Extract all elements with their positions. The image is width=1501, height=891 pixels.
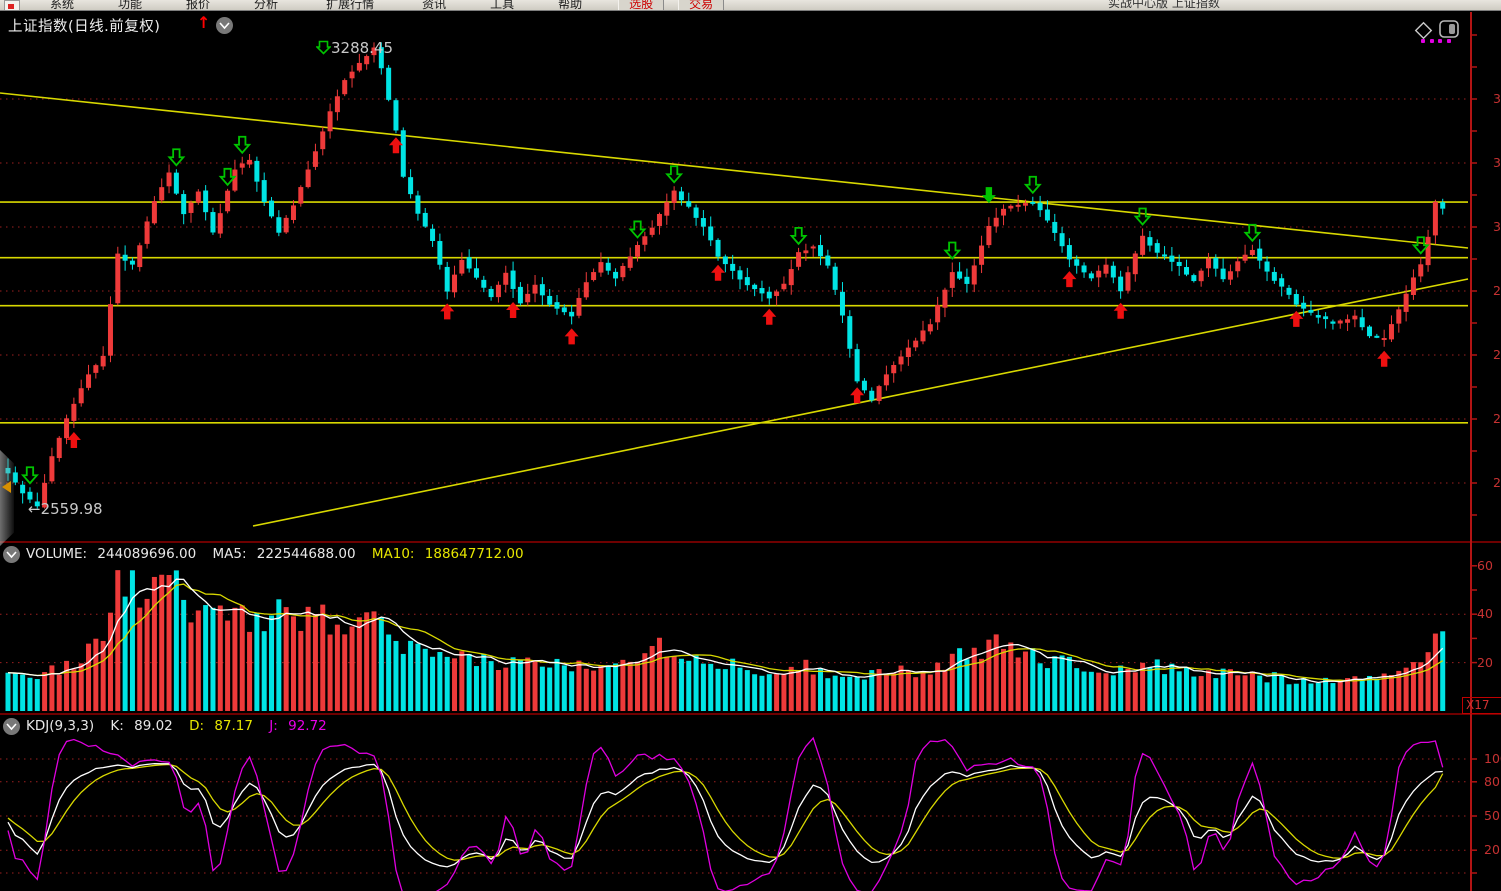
menu-item-analysis[interactable]: 分析 <box>232 0 300 11</box>
scroll-left-arrow-icon[interactable] <box>2 481 11 493</box>
buy-signal-arrow <box>711 265 725 281</box>
price-axis-label: 2700 <box>1493 412 1501 426</box>
sell-signal-arrow <box>631 221 645 237</box>
kdj-axis-label: 50 <box>1484 809 1500 823</box>
kdj-d-label: D: <box>189 718 204 734</box>
sell-signal-arrow <box>1136 208 1150 224</box>
kdj-header: KDJ(9,3,3) K: 89.02 D: 87.17 J: 92.72 <box>26 718 339 734</box>
volume-header: VOLUME: 244089696.00 MA5: 222544688.00 M… <box>26 546 536 562</box>
sell-signal-arrow <box>23 467 37 483</box>
menu-item-system[interactable]: 系统 <box>28 0 96 11</box>
buy-signal-arrow <box>762 309 776 325</box>
price-axis-label: 2900 <box>1493 284 1501 298</box>
price-axis-label: 2600 <box>1493 476 1501 490</box>
volume-ma5-value: 222544688.00 <box>257 546 356 562</box>
collapse-kdj-chevron-icon[interactable] <box>3 718 20 735</box>
peak-green-arrow-icon <box>316 40 331 55</box>
price-axis-label: 3200 <box>1493 92 1501 106</box>
sell-signal-arrow <box>235 137 249 153</box>
magenta-dots-indicator <box>1421 39 1451 43</box>
buy-signal-arrow <box>506 302 520 318</box>
kdj-label: KDJ(9,3,3) <box>26 718 94 734</box>
sell-signal-arrow <box>1026 177 1040 193</box>
kdj-k-value: 89.02 <box>134 718 173 734</box>
chart-canvas[interactable] <box>0 0 1501 891</box>
buy-signal-arrow <box>1377 351 1391 367</box>
volume-bars-layer <box>6 570 1446 711</box>
kdj-axis-label: 100 <box>1484 752 1501 766</box>
volume-axis-label: 40 <box>1477 607 1493 621</box>
buy-signal-arrow <box>1062 271 1076 287</box>
sell-signal-arrow <box>792 228 806 244</box>
chart-title: 上证指数(日线.前复权) <box>8 15 160 36</box>
price-axis-label: 3100 <box>1493 156 1501 170</box>
sell-signal-arrow <box>1245 225 1259 241</box>
menu-item-extended-quote[interactable]: 扩展行情 <box>300 0 400 11</box>
peak-price-label: 3288.45 <box>316 39 393 57</box>
volume-axis-multiplier: X17 <box>1462 697 1501 714</box>
app-icon[interactable] <box>4 0 20 11</box>
price-up-arrow-icon: ↑ <box>197 13 210 32</box>
collapse-volume-chevron-icon[interactable] <box>3 546 20 563</box>
volume-ma10-value: 188647712.00 <box>425 546 524 562</box>
buy-signal-arrow <box>565 328 579 344</box>
menu-item-function[interactable]: 功能 <box>96 0 164 11</box>
sell-signal-arrow <box>945 242 959 258</box>
trading-terminal-window: 系统 功能 报价 分析 扩展行情 资讯 工具 帮助 选股 交易 实战中心版 上证… <box>0 0 1501 891</box>
kdj-j-label: J: <box>269 718 278 734</box>
menu-item-news[interactable]: 资讯 <box>400 0 468 11</box>
volume-axis-label: 60 <box>1477 559 1493 573</box>
kdj-axis-label: 80 <box>1484 775 1500 789</box>
volume-ma-layer <box>8 579 1443 682</box>
collapse-main-chevron-icon[interactable] <box>216 17 233 34</box>
kdj-j-value: 92.72 <box>288 718 327 734</box>
sell-signal-arrow <box>667 166 681 182</box>
sell-signal-arrow-solid <box>982 187 996 203</box>
low-price-label: ←2559.98 <box>28 500 103 518</box>
price-axis-label: 3000 <box>1493 220 1501 234</box>
menu-item-quote[interactable]: 报价 <box>164 0 232 11</box>
candles-layer <box>6 42 1446 508</box>
kdj-k-label: K: <box>110 718 123 734</box>
volume-ma10-label: MA10: <box>372 546 415 562</box>
menu-button-stock-pick[interactable]: 选股 <box>618 0 664 11</box>
menubar: 系统 功能 报价 分析 扩展行情 资讯 工具 帮助 选股 交易 实战中心版 上证… <box>0 0 1501 11</box>
volume-ma5-label: MA5: <box>212 546 246 562</box>
volume-value: 244089696.00 <box>97 546 196 562</box>
kdj-lines-layer <box>8 738 1443 891</box>
window-caption: 实战中心版 上证指数 <box>1108 0 1220 11</box>
kdj-axis-label: 20 <box>1484 843 1500 857</box>
left-scroll-handle[interactable] <box>0 450 14 546</box>
menu-item-help[interactable]: 帮助 <box>536 0 604 11</box>
volume-label: VOLUME: <box>26 546 87 562</box>
menu-item-tools[interactable]: 工具 <box>468 0 536 11</box>
price-axis-label: 2800 <box>1493 348 1501 362</box>
volume-axis-label: 20 <box>1477 656 1493 670</box>
menu-button-trade[interactable]: 交易 <box>678 0 724 11</box>
kdj-d-value: 87.17 <box>214 718 253 734</box>
